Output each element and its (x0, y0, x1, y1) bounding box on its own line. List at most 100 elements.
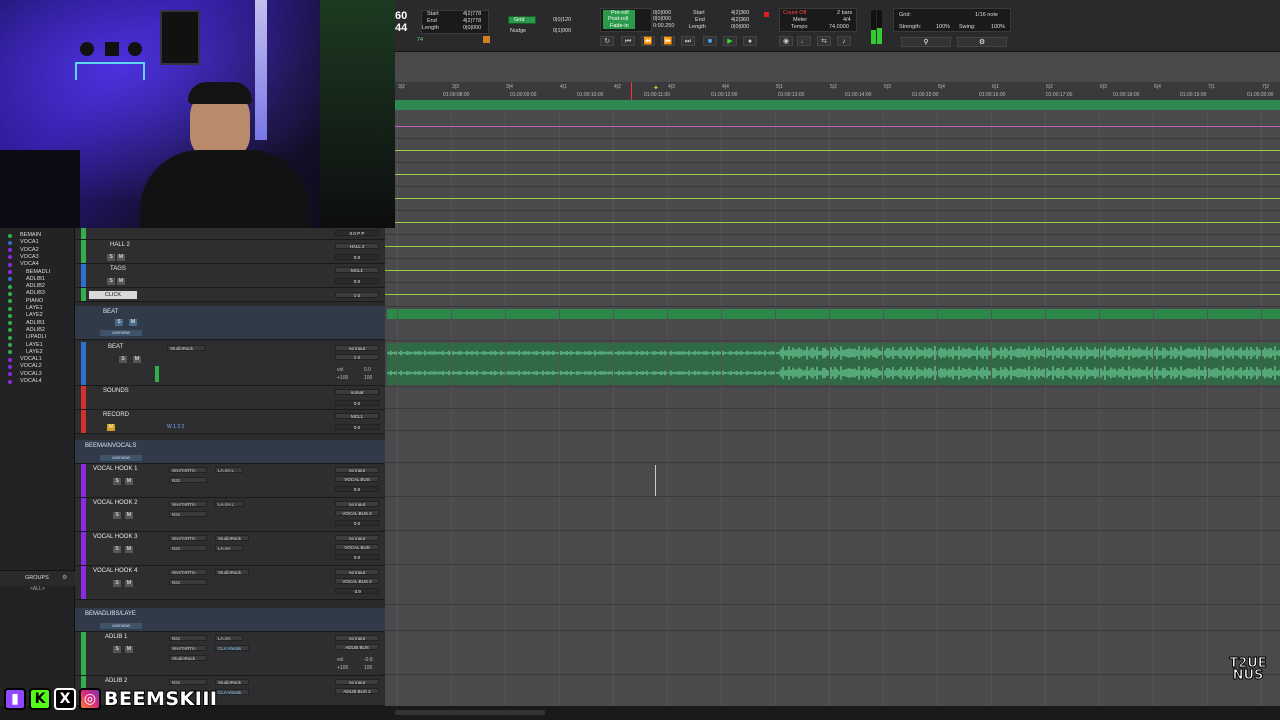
output-selector[interactable]: VOCAL BUS 2 (335, 578, 379, 584)
track-visibility-dot[interactable] (8, 364, 12, 369)
insert-slot[interactable]: StudioRack (167, 345, 205, 351)
track-sounds[interactable]: SOUNDS nomat 0.0 (75, 386, 385, 410)
scroll-thumb[interactable] (395, 710, 545, 715)
tracks-list-item[interactable]: VOCA1 (20, 239, 39, 246)
folder-name[interactable]: BEEMAINVOCALS (85, 443, 136, 449)
mute-button[interactable]: M (107, 424, 115, 431)
track-name[interactable]: ADLIB 2 (105, 678, 127, 684)
input-selector[interactable]: no input (335, 467, 379, 473)
track-name[interactable]: HALL 2 (110, 242, 130, 248)
volume-readout[interactable]: 0.0 (335, 486, 379, 492)
folder-name[interactable]: BEAT (103, 309, 118, 315)
edit-window-tracks[interactable] (385, 110, 1280, 706)
solo-button[interactable]: S (113, 546, 121, 553)
volume-readout[interactable]: 0.0 (335, 424, 379, 430)
track-tags[interactable]: TAGS S M MCL1 0.0 (75, 264, 385, 288)
fadein-value[interactable]: 0:00.250 (653, 23, 674, 29)
tracks-list-item[interactable]: VOCA3 (20, 254, 39, 261)
track-name[interactable]: VOCAL HOOK 4 (93, 568, 137, 574)
solo-button[interactable]: S (115, 319, 123, 326)
tracks-list-item[interactable]: LAYE1 (26, 305, 43, 312)
tracks-list-item[interactable]: VOCAL2 (20, 363, 42, 370)
rewind-icon[interactable]: ⏪ (641, 36, 655, 46)
volume-readout[interactable]: 0.0 (335, 400, 379, 406)
insert-slot[interactable]: N31 (169, 511, 207, 517)
pan-readout-right[interactable]: 100 (364, 665, 372, 671)
track-name[interactable]: CLICK (89, 291, 137, 299)
folder-beat[interactable]: BEAT S M overview (75, 306, 385, 340)
solo-button[interactable]: S (113, 512, 121, 519)
track-visibility-dot[interactable] (8, 379, 12, 384)
tracks-list-item[interactable]: BEMADLI (26, 269, 50, 276)
insert-slot[interactable]: WvsTnRTm (169, 569, 207, 575)
track-name[interactable]: VOCAL HOOK 1 (93, 466, 137, 472)
grid-value[interactable]: 0|0|120 (553, 17, 571, 23)
insert-slot[interactable]: StudioRack (215, 569, 249, 575)
bars-beats-ruler[interactable]: 3|2 3|3 3|4 4|1 4|2 4|3 4|4 5|1 5|2 5|3 5|4 6|1 6|2 6… (395, 82, 1280, 100)
track-visibility-dot[interactable] (8, 372, 12, 377)
tracks-list-item[interactable]: PIANO (26, 298, 43, 305)
output-selector[interactable]: 1-2 (335, 292, 379, 298)
tracks-list-item[interactable]: LAYE2 (26, 349, 43, 356)
loop-icon[interactable]: ↻ (600, 36, 614, 46)
track-visibility-dot[interactable] (8, 248, 12, 253)
groups-all[interactable]: <ALL> (30, 586, 45, 592)
tracks-list-item[interactable]: ADLIB2 (26, 327, 45, 334)
end-icon[interactable]: ⏭ (681, 36, 695, 46)
sel-length-value[interactable]: 0|0|000 (463, 25, 481, 31)
marker-icon[interactable]: ✦ (653, 84, 659, 92)
grid-note[interactable]: 1/16 note (975, 12, 998, 18)
insert-slot[interactable]: N31 (169, 635, 207, 641)
track-visibility-dot[interactable] (8, 306, 12, 311)
volume-automation-line[interactable] (385, 246, 1280, 247)
volume-readout[interactable]: 0.0 (335, 278, 379, 284)
track-visibility-dot[interactable] (8, 277, 12, 282)
insert-slot[interactable]: WvsTnRTm (169, 535, 207, 541)
mute-button[interactable]: M (133, 356, 141, 363)
input-selector[interactable]: no input (335, 501, 379, 507)
output-selector[interactable]: VOCAL BUS (335, 476, 379, 482)
track-visibility-dot[interactable] (8, 233, 12, 238)
midi-merge-icon[interactable]: ⇆ (817, 36, 831, 46)
track-name[interactable]: SOUNDS (103, 388, 129, 394)
quantize-search-icon[interactable]: ⚲ (901, 37, 951, 47)
solo-button[interactable]: S (113, 478, 121, 485)
input-selector[interactable]: nomat (335, 389, 379, 395)
tracks-list-item[interactable]: VOCA4 (20, 261, 39, 268)
record-icon[interactable]: ● (743, 36, 757, 46)
solo-button[interactable]: S (119, 356, 127, 363)
track-visibility-dot[interactable] (8, 343, 12, 347)
pan-readout-right[interactable]: 100 (364, 375, 372, 381)
track-vocal-hook-4[interactable]: VOCAL HOOK 4 S M WvsTnRTm StudioRack N31… (75, 566, 385, 600)
output-selector[interactable]: ADLIB BUS (335, 644, 379, 650)
insert-slot[interactable]: StudioRack (169, 655, 207, 661)
input-selector[interactable]: HALL 2 (335, 243, 379, 249)
tracks-list-item[interactable]: LAYE2 (26, 312, 43, 319)
mute-button[interactable]: M (125, 546, 133, 553)
overview-button[interactable]: overview (100, 455, 142, 461)
insert-slot[interactable]: LA-2A (215, 545, 243, 551)
play-icon[interactable]: ▶ (723, 36, 737, 46)
folder-vocals[interactable]: BEEMAINVOCALS overview (75, 440, 385, 464)
sel-end-value[interactable]: 4|2|778 (463, 18, 481, 24)
volume-automation-line[interactable] (385, 270, 1280, 271)
tracks-list-item[interactable]: ADLIB2 (26, 283, 45, 290)
insert-slot[interactable]: N31 (169, 545, 207, 551)
volume-readout[interactable]: 0.0 (335, 254, 379, 260)
record-mode-icon[interactable] (483, 36, 490, 43)
track-name[interactable]: TAGS (110, 266, 126, 272)
track-click[interactable]: CLICK 1-2 (75, 288, 385, 302)
tracks-list-item[interactable]: VOCAL4 (20, 378, 42, 385)
volume-readout[interactable]: -0.8 (364, 657, 373, 663)
track-name[interactable]: RECORD (103, 412, 129, 418)
track-record[interactable]: RECORD M W 1 3 2 MCL1 0.0 (75, 410, 385, 434)
input-selector[interactable]: MCL1 (335, 267, 379, 273)
input-selector[interactable]: no input (335, 535, 379, 541)
insert-slot[interactable]: WvsTnRTm (169, 467, 207, 473)
solo-button[interactable]: S (113, 580, 121, 587)
overview-button[interactable]: overview (100, 330, 142, 336)
output-selector[interactable]: VOCAL BUS (335, 544, 379, 550)
track-adlib-1[interactable]: ADLIB 1 S M N31 LA-2A WvsTnRTm CLA Vocal… (75, 632, 385, 676)
track-hall2[interactable]: HALL 2 S M HALL 2 0.0 (75, 240, 385, 264)
track-visibility-dot[interactable] (8, 313, 12, 318)
